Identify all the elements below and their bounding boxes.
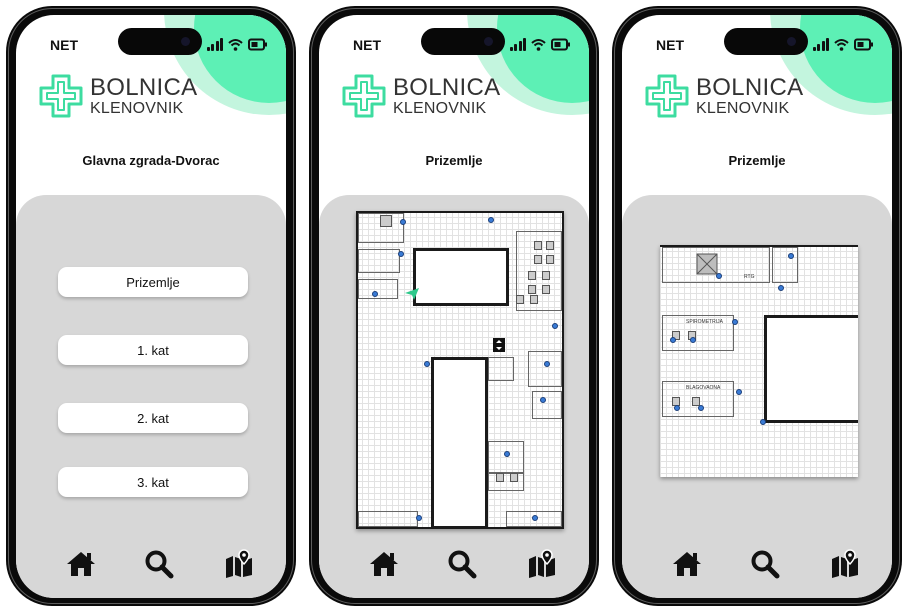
bottom-nav [319, 548, 589, 584]
carrier-label: NET [656, 37, 684, 53]
wifi-icon [531, 39, 546, 51]
map-icon[interactable] [526, 548, 558, 580]
bottom-nav [16, 548, 286, 584]
floor-panel: Prizemlje 1. kat 2. kat 3. kat [16, 195, 286, 598]
map-icon[interactable] [223, 548, 255, 580]
home-icon[interactable] [368, 548, 400, 580]
floor-button-3-kat[interactable]: 3. kat [58, 467, 248, 497]
medical-cross-icon [645, 74, 689, 118]
logo-subtitle: KLENOVNIK [393, 99, 487, 117]
floor-plan-map[interactable] [356, 211, 564, 529]
map-panel [319, 195, 589, 598]
carrier-label: NET [353, 37, 381, 53]
battery-icon [854, 38, 873, 51]
battery-icon [248, 38, 267, 51]
room-label-rtg: RTG [744, 274, 755, 280]
search-icon[interactable] [749, 548, 781, 580]
map-panel: RTG SPIROMETRIJA BLAGOVAONA [622, 195, 892, 598]
status-icons [509, 33, 572, 51]
status-icons [812, 33, 875, 51]
phone-screen-zoomed-map: NET BOLNICA KLENOVNIK Prizemlje RTG SPIR… [612, 6, 902, 606]
screen-zoomed-map: NET BOLNICA KLENOVNIK Prizemlje RTG SPIR… [622, 15, 892, 598]
hospital-logo: BOLNICA KLENOVNIK [38, 73, 197, 119]
home-icon[interactable] [671, 548, 703, 580]
screen-floor-list: NET BOLNICA KLENOVNIK Glavna zgrada-Dvor… [16, 15, 286, 598]
room-label-spirometrija: SPIROMETRIJA [686, 319, 723, 325]
medical-cross-icon [342, 74, 386, 118]
page-title: Prizemlje [425, 153, 483, 168]
dynamic-island [724, 28, 808, 55]
phone-screen-floor-list: NET BOLNICA KLENOVNIK Glavna zgrada-Dvor… [6, 6, 296, 606]
status-icons [206, 33, 269, 51]
screen-floor-map: NET BOLNICA KLENOVNIK Prizemlje [319, 15, 589, 598]
search-icon[interactable] [446, 548, 478, 580]
carrier-label: NET [50, 37, 78, 53]
zoomed-floor-plan-map[interactable]: RTG SPIROMETRIJA BLAGOVAONA [660, 245, 858, 477]
medical-cross-icon [39, 74, 83, 118]
wifi-icon [834, 39, 849, 51]
floor-button-prizemlje[interactable]: Prizemlje [58, 267, 248, 297]
search-icon[interactable] [143, 548, 175, 580]
floor-button-2-kat[interactable]: 2. kat [58, 403, 248, 433]
room-label-blagovaona: BLAGOVAONA [686, 385, 721, 391]
location-marker-icon [405, 288, 419, 300]
xray-equipment-icon [696, 253, 718, 275]
hospital-logo: BOLNICA KLENOVNIK [644, 73, 803, 119]
wifi-icon [228, 39, 243, 51]
floor-button-1-kat[interactable]: 1. kat [58, 335, 248, 365]
bottom-nav [622, 548, 892, 584]
logo-title: BOLNICA [90, 73, 198, 101]
battery-icon [551, 38, 570, 51]
hospital-logo: BOLNICA KLENOVNIK [341, 73, 500, 119]
courtyard-block [764, 315, 858, 423]
logo-title: BOLNICA [393, 73, 501, 101]
phone-screen-floor-map: NET BOLNICA KLENOVNIK Prizemlje [309, 6, 599, 606]
logo-subtitle: KLENOVNIK [90, 99, 184, 117]
elevator-icon [493, 338, 505, 352]
home-icon[interactable] [65, 548, 97, 580]
corridor-block [431, 357, 488, 529]
page-title: Glavna zgrada-Dvorac [82, 153, 220, 168]
logo-title: BOLNICA [696, 73, 804, 101]
dynamic-island [421, 28, 505, 55]
signal-icon [509, 38, 526, 51]
page-title: Prizemlje [728, 153, 786, 168]
dynamic-island [118, 28, 202, 55]
courtyard-block [413, 248, 509, 306]
signal-icon [206, 38, 223, 51]
logo-subtitle: KLENOVNIK [696, 99, 790, 117]
signal-icon [812, 38, 829, 51]
map-icon[interactable] [829, 548, 861, 580]
